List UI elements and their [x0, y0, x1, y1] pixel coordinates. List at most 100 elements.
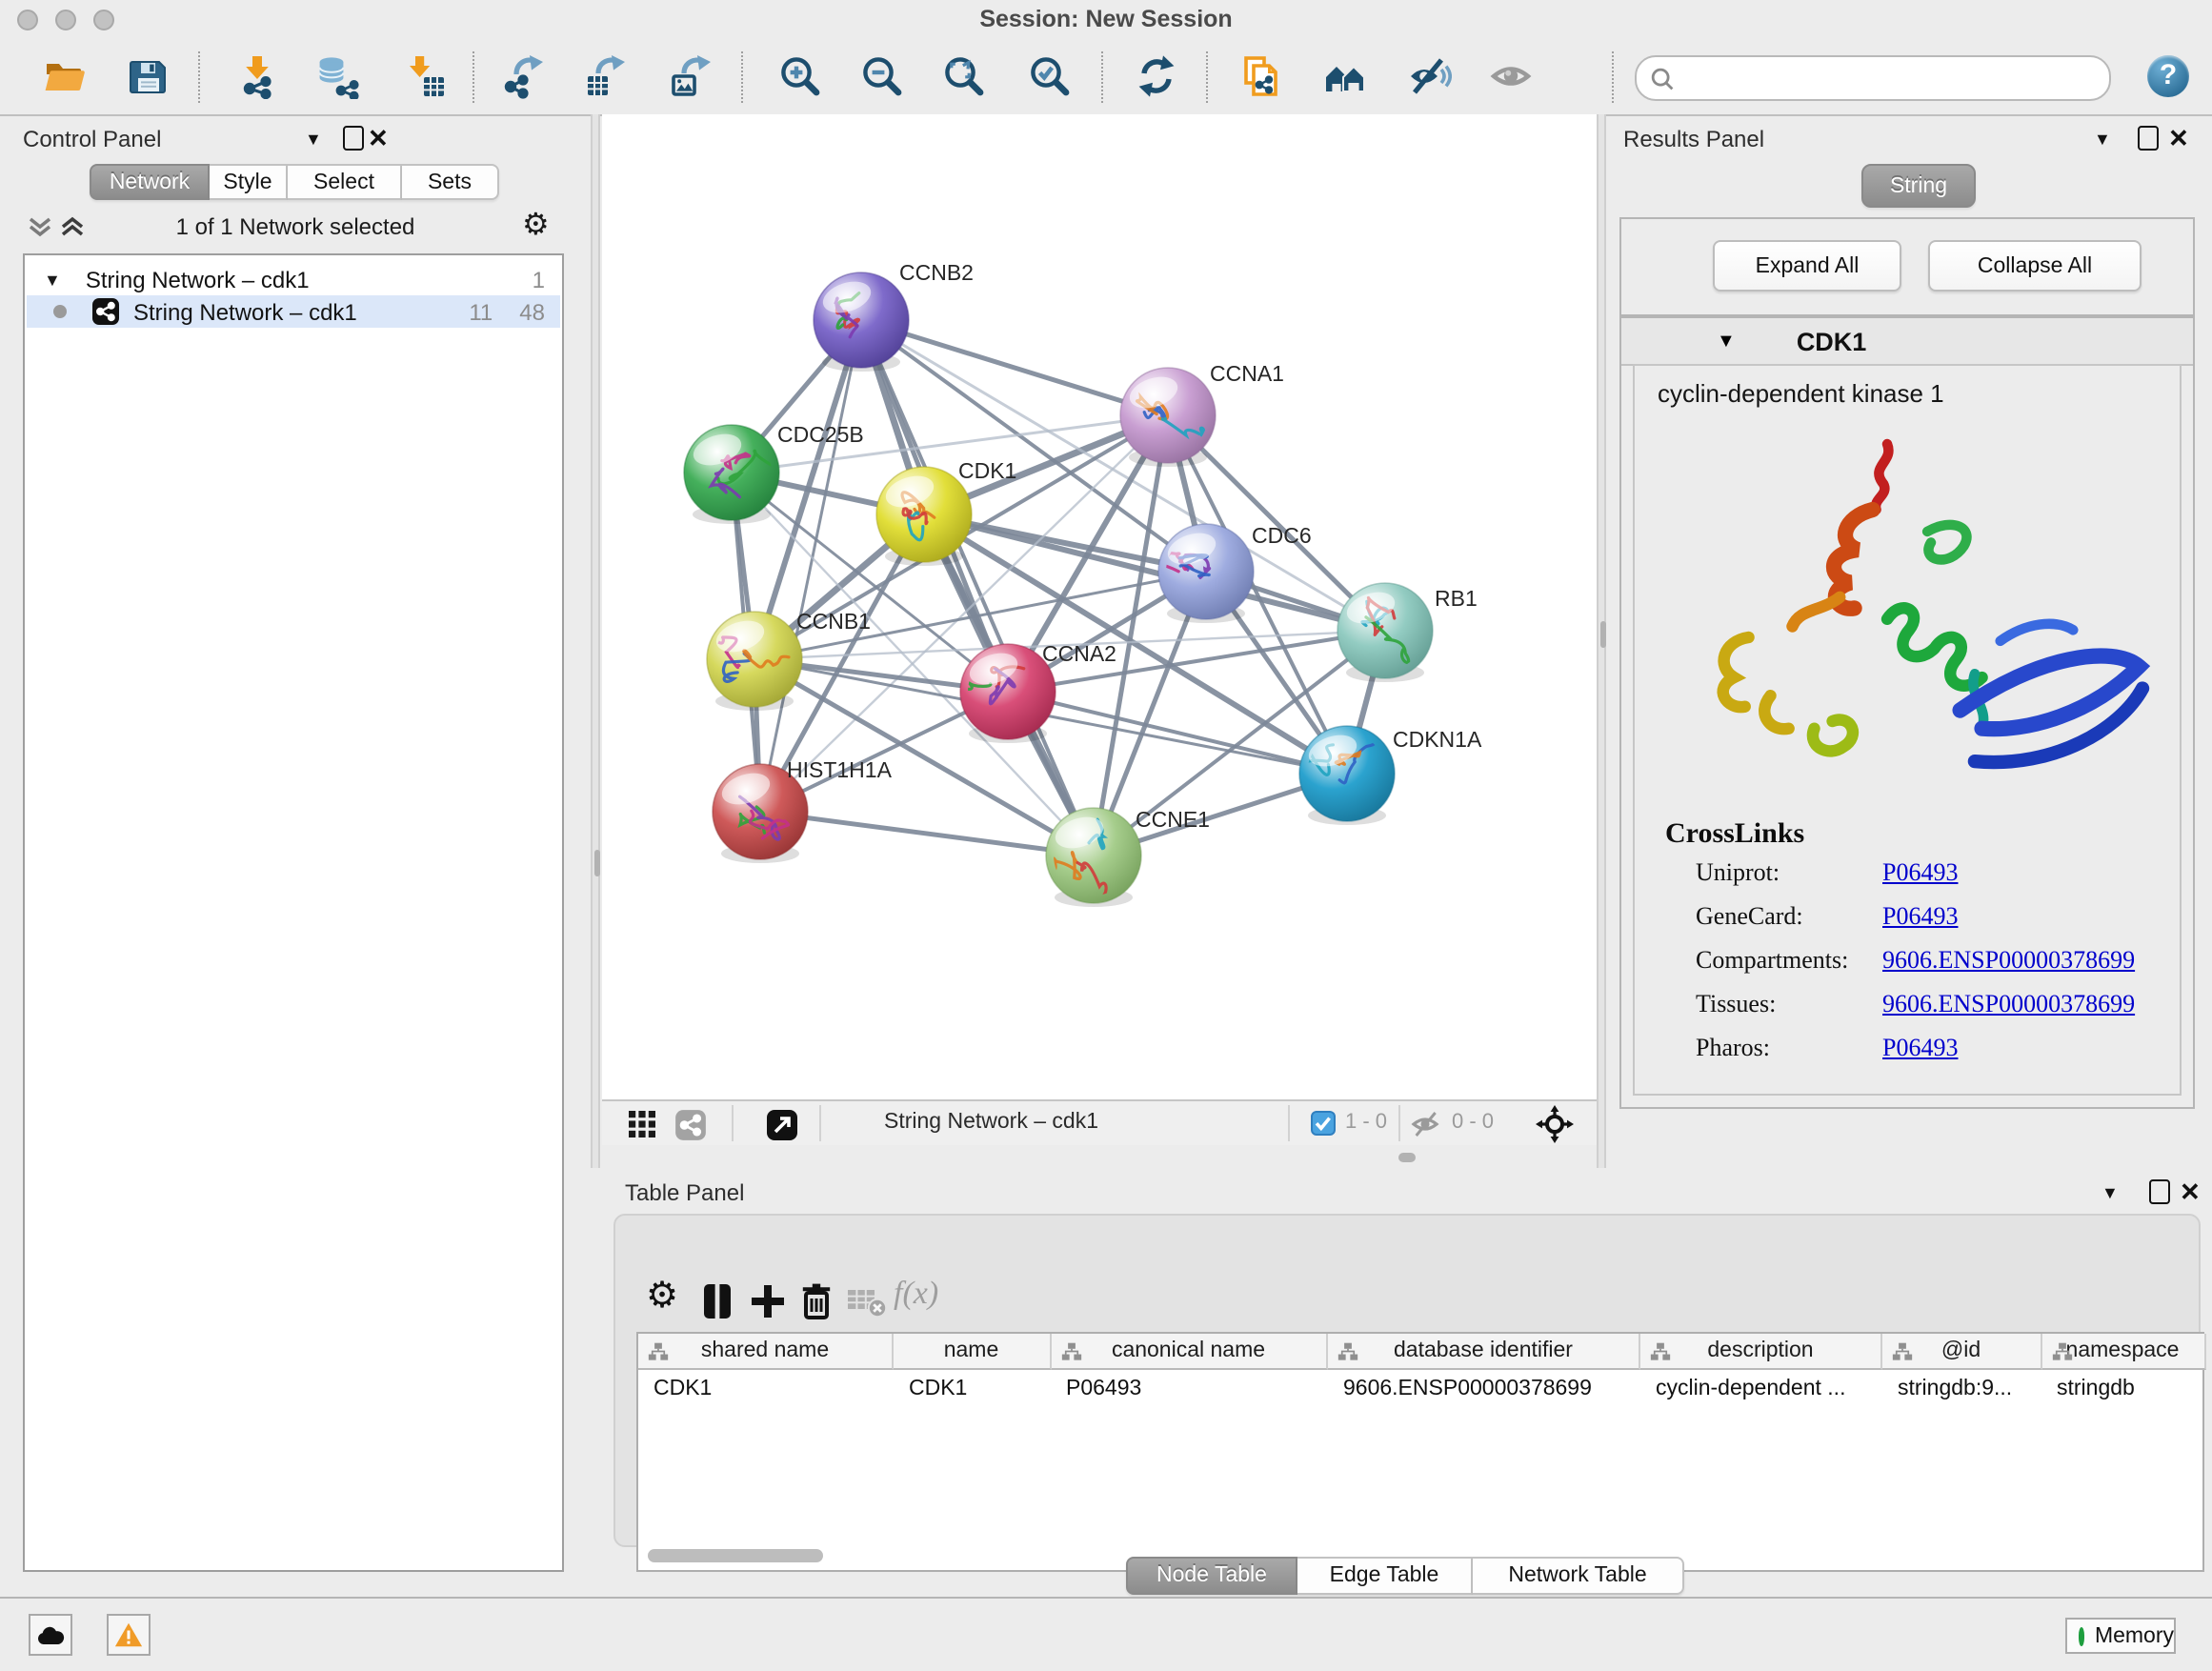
gene-section-header[interactable]: ▼ CDK1: [1621, 318, 2193, 366]
results-buttons-box: Expand All Collapse All: [1619, 217, 2195, 316]
tab-node-table[interactable]: Node Table: [1126, 1557, 1297, 1595]
tree-expand-icon[interactable]: ▼: [44, 270, 61, 289]
table-cell[interactable]: 9606.ENSP00000378699: [1328, 1370, 1640, 1406]
import-network-database-icon[interactable]: [314, 53, 360, 99]
toolbar-separator: [473, 51, 474, 103]
open-in-window-icon[interactable]: [766, 1109, 798, 1141]
crosslink-value-link[interactable]: 9606.ENSP00000378699: [1882, 945, 2135, 976]
save-session-icon[interactable]: [126, 53, 171, 99]
crosslink-value-link[interactable]: P06493: [1882, 901, 1958, 932]
table-panel-close-icon[interactable]: ✕: [2180, 1178, 2201, 1208]
results-panel-float-icon[interactable]: ▼: [2094, 130, 2111, 149]
control-panel-close-icon[interactable]: ✕: [368, 124, 389, 154]
network-list: ▼ String Network – cdk1 1 String Network…: [23, 253, 564, 1572]
table-panel-maximize-icon[interactable]: [2149, 1179, 2170, 1204]
delete-column-trash-icon[interactable]: [794, 1278, 840, 1324]
zoom-in-icon[interactable]: [777, 53, 823, 99]
expand-all-button[interactable]: Expand All: [1713, 240, 1901, 292]
zoom-fit-content-icon[interactable]: [941, 53, 987, 99]
export-image-icon[interactable]: [669, 53, 714, 99]
control-panel-maximize-icon[interactable]: [343, 126, 364, 151]
network-selection-status: 1 of 1 Network selected: [0, 213, 591, 240]
network-node-ccnb1[interactable]: [707, 612, 802, 711]
left-splitter[interactable]: [591, 114, 600, 1168]
cloud-status-button[interactable]: [29, 1614, 72, 1656]
refresh-view-icon[interactable]: [1134, 53, 1179, 99]
table-cell[interactable]: cyclin-dependent ...: [1640, 1370, 1882, 1406]
column-header-shared-name[interactable]: shared name: [638, 1334, 894, 1370]
export-network-icon[interactable]: [501, 53, 547, 99]
crosslink-value-link[interactable]: 9606.ENSP00000378699: [1882, 989, 2135, 1019]
selected-checkbox-icon[interactable]: [1311, 1111, 1336, 1136]
export-table-icon[interactable]: [583, 53, 629, 99]
tab-network[interactable]: Network: [90, 164, 210, 200]
tab-string[interactable]: String: [1861, 164, 1976, 208]
open-session-icon[interactable]: [42, 53, 88, 99]
network-collection-row[interactable]: ▼ String Network – cdk1 1: [27, 263, 560, 295]
show-all-icon[interactable]: [1488, 53, 1534, 99]
right-splitter-handle[interactable]: [1599, 621, 1605, 648]
import-table-file-icon[interactable]: [402, 53, 448, 99]
column-header-namespace[interactable]: namespace: [2041, 1334, 2205, 1370]
clone-network-icon[interactable]: [1238, 53, 1284, 99]
search-input[interactable]: [1682, 65, 2094, 91]
help-button[interactable]: ?: [2147, 55, 2189, 97]
table-cell[interactable]: CDK1: [894, 1370, 1051, 1406]
network-row[interactable]: String Network – cdk1 11 48: [27, 295, 560, 328]
show-columns-icon[interactable]: [695, 1278, 741, 1324]
crosslink-label: Uniprot:: [1696, 857, 1780, 888]
table-panel-splitter-handle[interactable]: [1398, 1153, 1416, 1161]
node-label-cdk1: CDK1: [958, 458, 1016, 483]
zoom-selected-icon[interactable]: [1027, 53, 1073, 99]
column-header-canonical-name[interactable]: canonical name: [1051, 1334, 1328, 1370]
table-cell[interactable]: CDK1: [638, 1370, 894, 1406]
node-table[interactable]: shared namenamecanonical namedatabase id…: [636, 1332, 2204, 1572]
column-header-name[interactable]: name: [894, 1334, 1051, 1370]
table-cell[interactable]: P06493: [1051, 1370, 1328, 1406]
toolbar-separator: [1206, 51, 1208, 103]
network-node-rb1[interactable]: [1337, 583, 1433, 682]
import-network-file-icon[interactable]: [234, 53, 280, 99]
left-splitter-handle[interactable]: [593, 850, 599, 876]
collapse-all-button[interactable]: Collapse All: [1928, 240, 2142, 292]
warnings-button[interactable]: [107, 1614, 151, 1656]
zoom-out-icon[interactable]: [859, 53, 905, 99]
control-panel-float-icon[interactable]: ▼: [305, 130, 322, 149]
tab-select[interactable]: Select: [288, 164, 402, 200]
home-layout-icon[interactable]: [1322, 53, 1368, 99]
memory-button[interactable]: Memory: [2065, 1618, 2176, 1654]
table-panel-float-icon[interactable]: ▼: [2101, 1183, 2119, 1202]
fit-selected-crosshair-icon[interactable]: [1536, 1105, 1574, 1143]
column-header--id[interactable]: @id: [1882, 1334, 2041, 1370]
tab-edge-table[interactable]: Edge Table: [1297, 1557, 1473, 1595]
results-panel-maximize-icon[interactable]: [2138, 126, 2159, 151]
toolbar-separator: [741, 51, 743, 103]
column-header-database-identifier[interactable]: database identifier: [1328, 1334, 1640, 1370]
table-cell[interactable]: stringdb:9...: [1882, 1370, 2041, 1406]
hide-selected-icon[interactable]: [1406, 53, 1452, 99]
table-settings-gear-icon[interactable]: ⚙: [646, 1275, 678, 1319]
tab-sets[interactable]: Sets: [402, 164, 499, 200]
crosslink-value-link[interactable]: P06493: [1882, 857, 1958, 888]
network-node-ccne1[interactable]: [1046, 808, 1141, 907]
network-node-cdk1[interactable]: [876, 467, 972, 566]
tab-style[interactable]: Style: [210, 164, 288, 200]
crosslink-value-link[interactable]: P06493: [1882, 1033, 1958, 1063]
results-panel-close-icon[interactable]: ✕: [2168, 124, 2189, 154]
network-canvas[interactable]: CCNB2CCNA1CDC25BCDK1CDC6RB1CCNB1CCNA2CDK…: [602, 114, 1597, 1099]
create-column-icon[interactable]: [745, 1278, 791, 1324]
node-label-ccne1: CCNE1: [1136, 807, 1210, 832]
network-view-statusbar: String Network – cdk1 1 - 0 0 - 0: [602, 1099, 1597, 1145]
right-splitter[interactable]: [1597, 114, 1606, 1168]
tab-network-table[interactable]: Network Table: [1473, 1557, 1684, 1595]
network-node-cdc6[interactable]: [1158, 524, 1254, 623]
gene-collapse-icon[interactable]: ▼: [1717, 331, 1736, 352]
gear-icon[interactable]: ⚙: [522, 206, 550, 244]
column-header-description[interactable]: description: [1640, 1334, 1882, 1370]
gene-details: cyclin-dependent kinase 1 CrossLinks Uni…: [1633, 364, 2182, 1096]
table-hscrollbar[interactable]: [648, 1549, 823, 1562]
network-node-cdkn1a[interactable]: [1299, 726, 1395, 825]
table-cell[interactable]: stringdb: [2041, 1370, 2205, 1406]
grid-view-icon[interactable]: [629, 1111, 655, 1137]
network-view-icon[interactable]: [674, 1109, 707, 1141]
